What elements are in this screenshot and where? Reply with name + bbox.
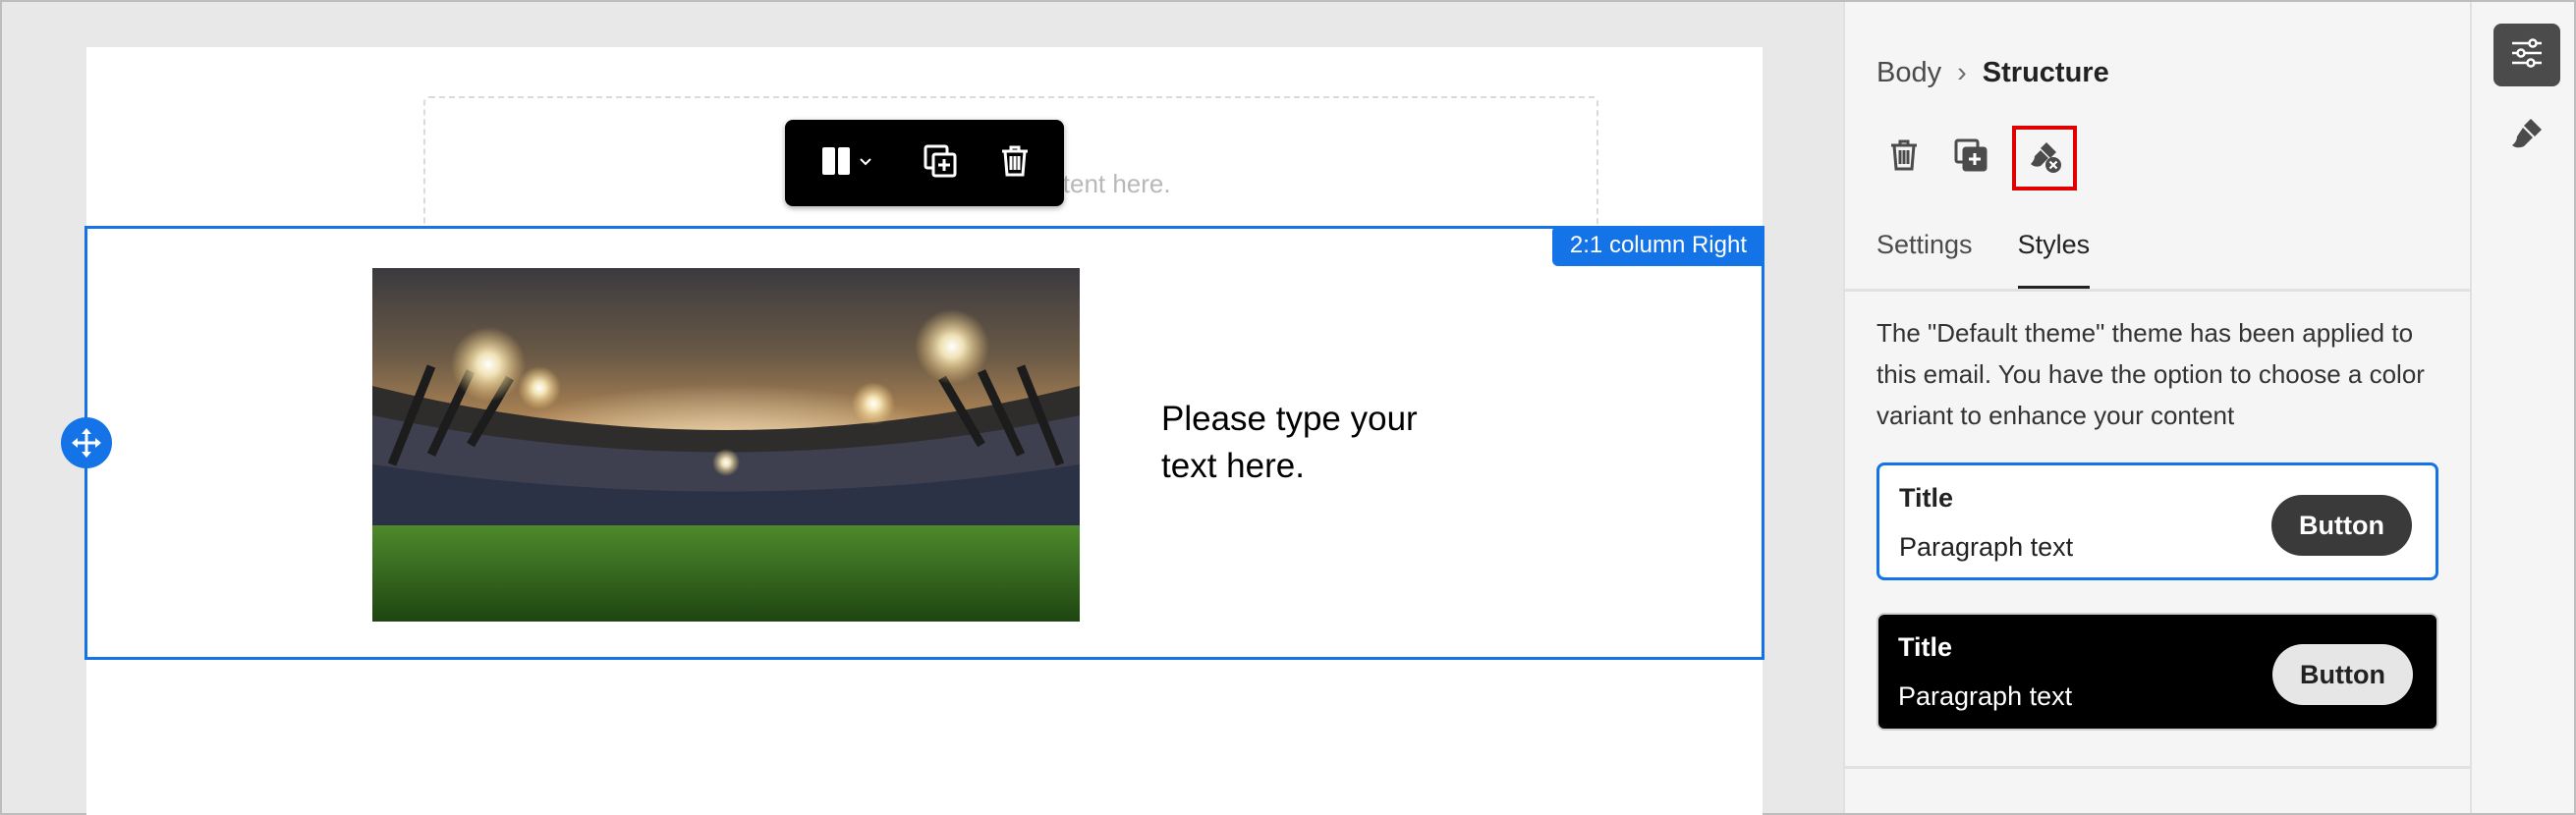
delete-button[interactable] <box>991 139 1038 187</box>
variant-button-preview: Button <box>2272 644 2413 705</box>
tabs-divider <box>1845 289 2472 292</box>
columns-icon <box>820 145 852 182</box>
trash-icon <box>1889 138 1919 177</box>
tab-settings[interactable]: Settings <box>1876 230 1973 290</box>
variant-paragraph: Paragraph text <box>1898 681 2073 711</box>
breadcrumb: Body › Structure <box>1876 57 2109 89</box>
theme-variant-light[interactable]: Title Paragraph text Button <box>1876 462 2438 580</box>
variant-paragraph: Paragraph text <box>1899 532 2074 562</box>
delete-component-button[interactable] <box>1876 130 1932 185</box>
layout-dropdown[interactable] <box>812 139 881 187</box>
reset-style-icon <box>2027 138 2062 179</box>
duplicate-icon <box>1954 138 1988 177</box>
move-handle-icon[interactable] <box>61 417 112 468</box>
variant-title: Title <box>1899 483 1954 513</box>
structure-section[interactable]: 2:1 column Right Please type your text h… <box>84 226 1764 660</box>
text-block[interactable]: Please type your text here. <box>1161 396 1418 490</box>
floating-toolbar <box>785 120 1064 206</box>
stadium-image[interactable] <box>372 268 1080 622</box>
breadcrumb-separator: › <box>1957 57 1967 88</box>
tab-styles[interactable]: Styles <box>2017 230 2091 290</box>
breadcrumb-body[interactable]: Body <box>1876 57 1941 89</box>
sliders-icon <box>2509 35 2545 76</box>
variant-title: Title <box>1898 632 1953 662</box>
section-badge: 2:1 column Right <box>1551 226 1764 266</box>
theme-variant-dark[interactable]: Title Paragraph text Button <box>1876 613 2438 731</box>
trash-icon <box>1000 144 1030 183</box>
panel-divider <box>1845 766 2472 769</box>
chevron-down-icon <box>858 153 873 174</box>
right-rail <box>2470 2 2574 813</box>
variant-button-preview: Button <box>2271 495 2412 556</box>
breadcrumb-current: Structure <box>1982 57 2109 88</box>
duplicate-component-button[interactable] <box>1943 130 1998 185</box>
reset-style-button[interactable] <box>2012 126 2077 190</box>
brush-icon <box>2509 116 2545 156</box>
theme-description: The "Default theme" theme has been appli… <box>1876 318 2425 430</box>
properties-panel: Body › Structure Settings Styles The "De… <box>1843 2 2472 813</box>
panel-tabs: Settings Styles <box>1876 230 2135 290</box>
text-line-2: text here. <box>1161 447 1305 485</box>
text-line-1: Please type your <box>1161 400 1418 438</box>
rail-theme-button[interactable] <box>2493 104 2560 167</box>
rail-properties-button[interactable] <box>2493 24 2560 86</box>
duplicate-icon <box>924 144 957 183</box>
duplicate-button[interactable] <box>917 139 964 187</box>
